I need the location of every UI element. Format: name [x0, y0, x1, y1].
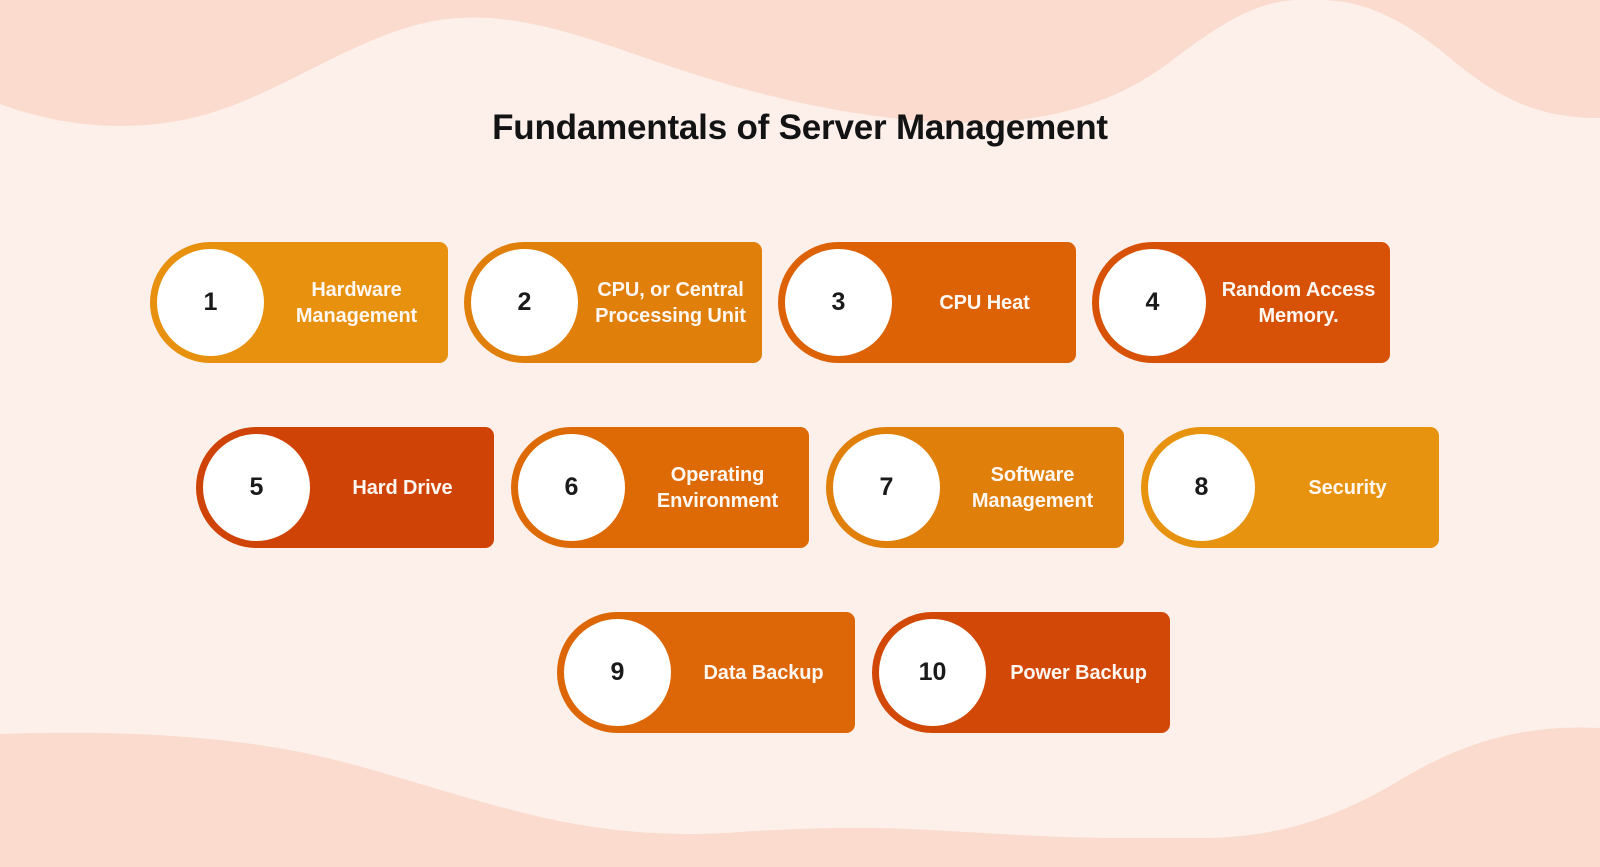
card-number: 10 — [918, 658, 947, 686]
card-label: Hardware Management — [295, 278, 418, 327]
card-number-badge: 9 — [564, 619, 671, 726]
card-power-backup[interactable]: 10 Power Backup — [872, 612, 1170, 733]
card-cpu-heat[interactable]: 3 CPU Heat — [778, 242, 1076, 363]
card-row-2: 5 Hard Drive 6 Operating Environment 7 S… — [196, 427, 1439, 548]
card-software-management[interactable]: 7 Software Management — [826, 427, 1124, 548]
card-number-badge: 7 — [833, 434, 940, 541]
card-number: 7 — [879, 473, 894, 501]
card-cpu[interactable]: 2 CPU, or Central Processing Unit — [464, 242, 762, 363]
card-number-badge: 10 — [879, 619, 986, 726]
card-number-badge: 8 — [1148, 434, 1255, 541]
card-number: 9 — [610, 658, 625, 686]
card-hardware-management[interactable]: 1 Hardware Management — [150, 242, 448, 363]
card-number: 4 — [1145, 288, 1160, 316]
card-number: 6 — [564, 473, 579, 501]
card-number: 8 — [1194, 473, 1209, 501]
card-hard-drive[interactable]: 5 Hard Drive — [196, 427, 494, 548]
card-number-badge: 3 — [785, 249, 892, 356]
card-row-3: 9 Data Backup 10 Power Backup — [557, 612, 1170, 733]
card-label: Random Access Memory. — [1221, 278, 1376, 327]
card-label: CPU Heat — [939, 291, 1030, 314]
card-label: Power Backup — [1010, 661, 1147, 684]
card-number: 1 — [203, 288, 218, 316]
card-operating-environment[interactable]: 6 Operating Environment — [511, 427, 809, 548]
card-number: 5 — [249, 473, 264, 501]
card-label: CPU, or Central Processing Unit — [595, 278, 746, 327]
card-security[interactable]: 8 Security — [1141, 427, 1439, 548]
card-label: Software Management — [971, 463, 1094, 512]
card-label: Security — [1308, 476, 1387, 499]
card-number-badge: 1 — [157, 249, 264, 356]
card-data-backup[interactable]: 9 Data Backup — [557, 612, 855, 733]
page-title: Fundamentals of Server Management — [492, 108, 1108, 147]
card-row-1: 1 Hardware Management 2 CPU, or Central … — [150, 242, 1390, 363]
card-label: Hard Drive — [352, 476, 453, 499]
card-number: 3 — [831, 288, 846, 316]
card-label: Operating Environment — [656, 463, 779, 512]
card-number-badge: 6 — [518, 434, 625, 541]
card-number-badge: 5 — [203, 434, 310, 541]
card-number-badge: 4 — [1099, 249, 1206, 356]
card-random-access-memory[interactable]: 4 Random Access Memory. — [1092, 242, 1390, 363]
card-number-badge: 2 — [471, 249, 578, 356]
card-label: Data Backup — [703, 661, 824, 684]
card-number: 2 — [517, 288, 532, 316]
